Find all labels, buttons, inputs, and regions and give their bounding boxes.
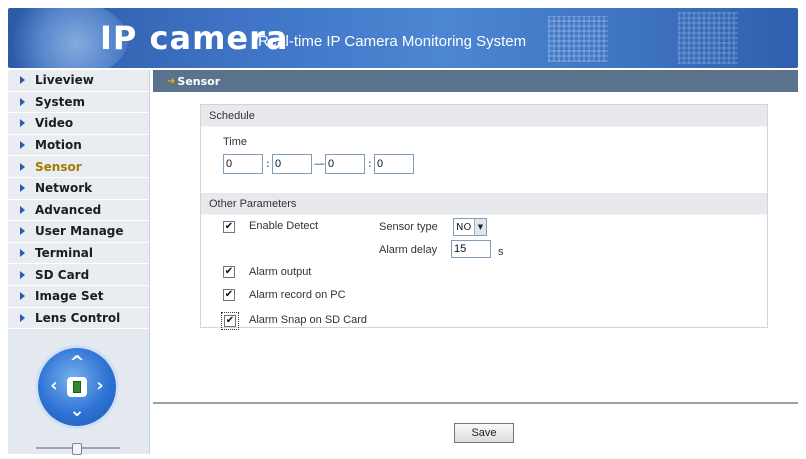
sidebar-item-advanced[interactable]: Advanced (8, 199, 149, 222)
arrow-right-icon (20, 162, 25, 171)
end-hour-input[interactable] (325, 154, 365, 174)
sidebar-item-sd-card[interactable]: SD Card (8, 264, 149, 286)
alarm-output-checkbox[interactable]: ✔ (223, 266, 235, 278)
time-colon: : (368, 157, 372, 170)
sensor-type-select[interactable]: NO ▼ (453, 218, 487, 236)
pan-left-icon[interactable]: ‹ (44, 377, 64, 397)
sidebar-item-system[interactable]: System (8, 91, 149, 114)
start-hour-input[interactable] (223, 154, 263, 174)
alarm-output-label: Alarm output (249, 266, 312, 278)
sidebar-item-lens-control[interactable]: Lens Control (8, 307, 149, 330)
sidebar-item-label: Network (35, 181, 93, 196)
arrow-right-icon (20, 249, 25, 258)
sidebar-item-network[interactable]: Network (8, 177, 149, 200)
sidebar-item-motion[interactable]: Motion (8, 134, 149, 157)
page-title-bar: ➜ Sensor (153, 70, 798, 92)
arrow-right-icon (20, 76, 25, 85)
alarm-delay-label: Alarm delay (379, 244, 438, 256)
pan-right-icon[interactable]: › (90, 377, 110, 397)
ptz-center-button[interactable] (67, 377, 87, 397)
alarm-snap-checkbox[interactable]: ✔ (224, 315, 236, 327)
slider-handle[interactable] (72, 443, 82, 455)
zoom-slider[interactable] (36, 443, 120, 455)
sidebar-item-label: Video (35, 116, 74, 131)
alarm-record-label: Alarm record on PC (249, 289, 346, 301)
title-arrow-icon: ➜ (167, 75, 176, 87)
tagline: Real-time IP Camera Monitoring System (258, 33, 527, 50)
sidebar-item-label: Terminal (35, 246, 94, 261)
sidebar-item-label: Motion (35, 138, 82, 153)
end-minute-input[interactable] (374, 154, 414, 174)
alarm-delay-input[interactable] (451, 240, 491, 258)
divider (153, 402, 798, 404)
sidebar-item-label: Image Set (35, 289, 104, 304)
sidebar-item-video[interactable]: Video (8, 113, 149, 135)
alarm-delay-unit: s (498, 246, 504, 258)
sidebar-item-user-manage[interactable]: User Manage (8, 221, 149, 243)
sidebar: Liveview System Video Motion Sensor Network Ad… (8, 70, 150, 455)
time-colon: : (266, 157, 270, 170)
time-label: Time (223, 136, 248, 148)
sidebar-item-label: Liveview (35, 73, 94, 88)
schedule-header: Schedule (201, 105, 767, 127)
grid-decoration (678, 12, 738, 64)
grid-decoration (548, 16, 608, 62)
sidebar-item-terminal[interactable]: Terminal (8, 242, 149, 265)
sidebar-item-label: Sensor (35, 159, 82, 174)
pan-down-icon[interactable]: ⌄ (67, 402, 87, 422)
sidebar-item-label: System (35, 94, 85, 109)
arrow-right-icon (20, 184, 25, 193)
arrow-right-icon (20, 313, 25, 322)
enable-detect-checkbox[interactable]: ✔ (223, 221, 235, 233)
sidebar-item-liveview[interactable]: Liveview (8, 70, 149, 92)
arrow-right-icon (20, 97, 25, 106)
start-minute-input[interactable] (272, 154, 312, 174)
arrow-right-icon (20, 270, 25, 279)
alarm-snap-label: Alarm Snap on SD Card (249, 314, 367, 326)
arrow-right-icon (20, 141, 25, 150)
sidebar-item-label: Advanced (35, 202, 102, 217)
sensor-type-label: Sensor type (379, 221, 438, 233)
page-title: Sensor (177, 74, 221, 88)
arrow-right-icon (20, 292, 25, 301)
sidebar-nav: Liveview System Video Motion Sensor Network Ad… (8, 70, 149, 330)
enable-detect-label: Enable Detect (249, 220, 319, 232)
pan-up-icon[interactable]: ^ (67, 354, 87, 374)
arrow-right-icon (20, 227, 25, 236)
center-icon (73, 381, 81, 393)
alarm-record-checkbox[interactable]: ✔ (223, 289, 235, 301)
sidebar-item-sensor[interactable]: Sensor (8, 156, 149, 178)
arrow-right-icon (20, 205, 25, 214)
save-button[interactable]: Save (454, 423, 514, 443)
sidebar-item-image-set[interactable]: Image Set (8, 285, 149, 308)
app-header: IP camera Real-time IP Camera Monitoring… (8, 8, 798, 68)
other-parameters-header: Other Parameters (201, 193, 767, 215)
dropdown-arrow-icon[interactable]: ▼ (474, 219, 486, 235)
range-separator: — (314, 157, 325, 170)
sidebar-item-label: User Manage (35, 224, 124, 239)
arrow-right-icon (20, 119, 25, 128)
settings-panel: Schedule Time : — : Other Parameters ✔ E… (200, 104, 768, 330)
ptz-control: ^ ⌄ ‹ › (38, 348, 116, 426)
sensor-type-value: NO (456, 221, 472, 233)
sidebar-item-label: SD Card (35, 267, 90, 282)
sidebar-item-label: Lens Control (35, 310, 121, 325)
